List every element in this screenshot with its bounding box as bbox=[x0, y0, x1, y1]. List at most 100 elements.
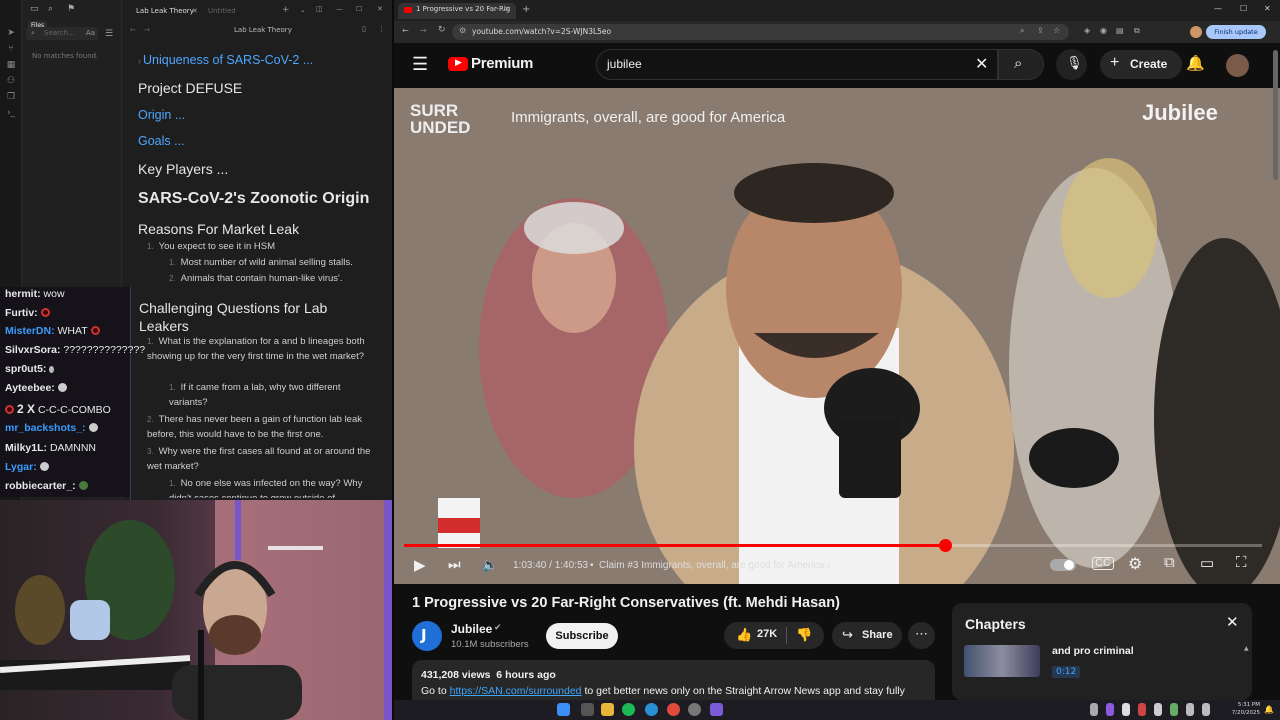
account-avatar[interactable] bbox=[1226, 54, 1249, 77]
voice-search-button[interactable]: 🎙 bbox=[1056, 49, 1087, 80]
search-input[interactable]: jubilee ✕ bbox=[596, 49, 998, 80]
close-tab-icon[interactable]: ✕ bbox=[504, 5, 510, 13]
current-chapter[interactable]: Claim #3 Immigrants, overall, are good f… bbox=[599, 560, 830, 571]
minimize-icon[interactable]: — bbox=[1214, 4, 1222, 13]
reload-icon[interactable]: ↻ bbox=[438, 25, 446, 35]
share-icon[interactable]: ⇪ bbox=[1037, 26, 1044, 35]
volume-icon[interactable]: 🔈 bbox=[482, 557, 498, 573]
description-link[interactable]: https://SAN.com/surrounded bbox=[450, 685, 582, 697]
heading-key-players[interactable]: Key Players ... bbox=[138, 161, 228, 177]
zoom-icon[interactable]: ⌕ bbox=[1020, 26, 1024, 36]
page-scrollbar[interactable] bbox=[1273, 50, 1278, 180]
fullscreen-icon[interactable]: ⛶ bbox=[1236, 554, 1247, 571]
search-button[interactable]: ⌕ bbox=[998, 49, 1044, 80]
tab-youtube[interactable]: 1 Progressive vs 20 Far-Rig ✕ bbox=[398, 3, 516, 19]
extension-icon[interactable]: ◉ bbox=[1100, 26, 1107, 35]
chevron-down-icon[interactable]: ⌄ bbox=[300, 6, 306, 14]
autoplay-toggle[interactable] bbox=[1050, 559, 1076, 571]
subscribe-button[interactable]: Subscribe bbox=[546, 623, 618, 649]
wifi-icon[interactable] bbox=[1186, 703, 1194, 716]
extension-icon[interactable]: ▤ bbox=[1116, 26, 1124, 35]
profile-avatar[interactable] bbox=[1190, 26, 1202, 38]
maximize-icon[interactable]: ☐ bbox=[1240, 4, 1247, 13]
obsidian-icon[interactable] bbox=[710, 703, 723, 716]
heading-origin[interactable]: Origin ... bbox=[138, 108, 185, 122]
search-input[interactable]: ⌕ Search... Aa bbox=[26, 27, 98, 40]
sort-icon[interactable]: ☰ bbox=[105, 29, 113, 39]
files-icon[interactable]: ▭ bbox=[30, 4, 39, 14]
tray-icon[interactable] bbox=[1090, 703, 1098, 716]
task-view-icon[interactable] bbox=[581, 703, 594, 716]
like-icon[interactable]: 👍 bbox=[736, 627, 752, 643]
premium-logo-text[interactable]: Premium bbox=[471, 55, 533, 72]
create-button[interactable]: + Create bbox=[1100, 50, 1182, 79]
clock[interactable]: 5:31 PM 7/20/2025 bbox=[1220, 701, 1260, 717]
video-player[interactable]: SURR UNDED Immigrants, overall, are good… bbox=[394, 88, 1280, 584]
dislike-icon[interactable]: 👎 bbox=[796, 627, 812, 643]
grid-icon[interactable]: ▦ bbox=[5, 59, 17, 71]
tray-icon[interactable] bbox=[1154, 703, 1162, 716]
close-window-icon[interactable]: ✕ bbox=[1264, 4, 1271, 13]
forward-icon[interactable]: → bbox=[420, 26, 427, 35]
scrubber-handle[interactable] bbox=[938, 539, 952, 552]
branch-icon[interactable]: ⑂ bbox=[5, 43, 17, 55]
captions-icon[interactable]: CC bbox=[1092, 557, 1114, 570]
tray-icon[interactable] bbox=[1170, 703, 1178, 716]
back-icon[interactable]: ← bbox=[402, 26, 409, 35]
search-icon[interactable]: ⌕ bbox=[48, 4, 53, 14]
edge-icon[interactable] bbox=[645, 703, 658, 716]
close-icon[interactable]: ✕ bbox=[192, 7, 198, 15]
tray-icon[interactable] bbox=[1138, 703, 1146, 716]
site-info-icon[interactable]: ⚙ bbox=[459, 26, 466, 35]
minimize-icon[interactable]: — bbox=[336, 5, 343, 13]
match-case-toggle[interactable]: Aa bbox=[86, 29, 95, 37]
menu-icon[interactable]: ☰ bbox=[412, 54, 428, 75]
finish-update-button[interactable]: Finish update bbox=[1206, 25, 1266, 39]
notifications-bell-icon[interactable]: 🔔 bbox=[1186, 54, 1205, 72]
theater-mode-icon[interactable]: ▭ bbox=[1200, 554, 1214, 572]
app-icon[interactable] bbox=[688, 703, 701, 716]
address-bar[interactable]: ⚙ youtube.com/watch?v=2S-WJN3L5eo ⌕ ⇪ ☆ bbox=[452, 24, 1069, 40]
new-tab-icon[interactable]: + bbox=[522, 4, 530, 15]
graph-icon[interactable]: ⚇ bbox=[5, 75, 17, 87]
scroll-up-icon[interactable]: ▲ bbox=[1244, 645, 1249, 652]
clear-search-icon[interactable]: ✕ bbox=[975, 54, 988, 74]
tab-lab-leak-theory[interactable]: Lab Leak Theory bbox=[130, 4, 200, 19]
play-icon[interactable]: ▶ bbox=[414, 556, 426, 574]
chapter-thumbnail[interactable] bbox=[964, 645, 1040, 677]
bookmark-star-icon[interactable]: ☆ bbox=[1053, 26, 1060, 35]
channel-avatar[interactable]: J bbox=[412, 621, 442, 651]
tray-icon[interactable] bbox=[1122, 703, 1130, 716]
share-button[interactable]: ↪ Share bbox=[832, 622, 902, 649]
notification-icon[interactable]: 🔔 bbox=[1264, 705, 1274, 714]
maximize-icon[interactable]: ☐ bbox=[356, 5, 362, 13]
next-icon[interactable]: ⏭ bbox=[448, 556, 461, 573]
channel-name[interactable]: Jubilee bbox=[451, 622, 492, 636]
forward-icon[interactable]: → bbox=[144, 26, 150, 34]
settings-gear-icon[interactable]: ⚙ bbox=[1128, 554, 1142, 574]
start-menu-icon[interactable] bbox=[557, 703, 570, 716]
extensions-puzzle-icon[interactable]: ⧉ bbox=[1134, 26, 1140, 36]
close-window-icon[interactable]: ✕ bbox=[377, 5, 383, 13]
sidebar-toggle-icon[interactable]: ◫ bbox=[316, 5, 323, 13]
bookmark-icon[interactable]: ⚑ bbox=[67, 4, 75, 14]
progress-bar[interactable] bbox=[404, 539, 1262, 552]
more-options-icon[interactable]: ⋮ bbox=[378, 25, 385, 33]
chapter-item-title[interactable]: and pro criminal bbox=[1052, 645, 1134, 657]
chrome-icon[interactable] bbox=[667, 703, 680, 716]
close-chapters-icon[interactable]: ✕ bbox=[1226, 613, 1239, 631]
heading-uniqueness[interactable]: › Uniqueness of SARS-CoV-2 ... bbox=[138, 53, 313, 67]
chapter-timestamp[interactable]: 0:12 bbox=[1052, 666, 1081, 678]
terminal-icon[interactable]: ›_ bbox=[5, 107, 17, 119]
spotify-icon[interactable] bbox=[622, 703, 635, 716]
more-actions-button[interactable]: ⋯ bbox=[908, 622, 935, 649]
volume-icon[interactable] bbox=[1202, 703, 1210, 716]
copy-icon[interactable]: ❐ bbox=[5, 91, 17, 103]
file-explorer-icon[interactable] bbox=[601, 703, 614, 716]
extension-icon[interactable]: ◈ bbox=[1084, 26, 1090, 35]
send-icon[interactable]: ➤ bbox=[5, 27, 17, 39]
youtube-logo-icon[interactable]: ▶ bbox=[448, 57, 468, 71]
tab-untitled[interactable]: Untitled bbox=[202, 4, 242, 19]
heading-goals[interactable]: Goals ... bbox=[138, 134, 185, 148]
new-tab-icon[interactable]: + bbox=[282, 5, 290, 15]
